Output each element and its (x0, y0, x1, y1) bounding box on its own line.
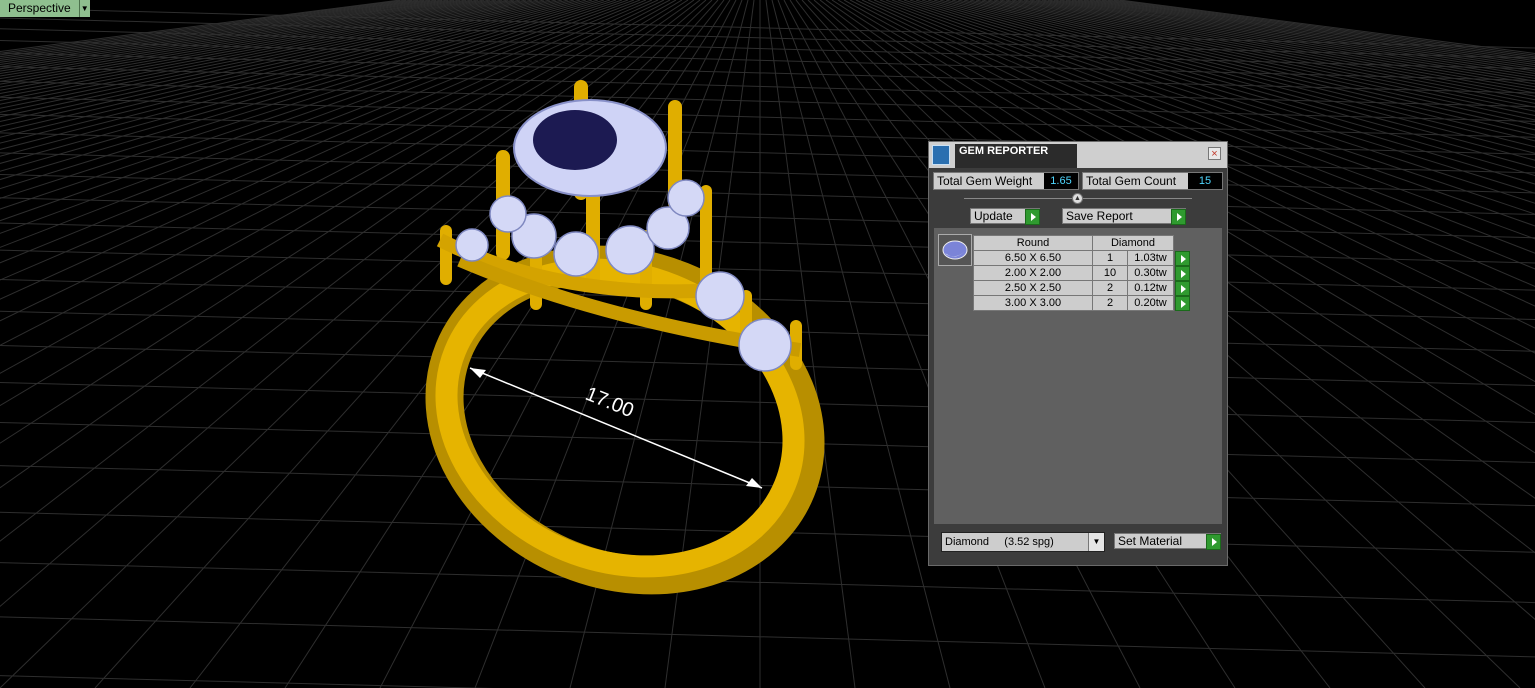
row-count: 10 (1092, 265, 1128, 281)
viewport-dropdown-icon[interactable]: ▼ (79, 0, 90, 17)
table-row[interactable]: 6.50 X 6.50 1 1.03tw (973, 250, 1191, 266)
grid-line (0, 0, 569, 138)
save-report-button[interactable]: Save Report (1062, 208, 1186, 225)
grid-line (0, 0, 575, 144)
collapse-icon[interactable]: ▲ (1072, 193, 1083, 204)
gem-table: Round Diamond 6.50 X 6.50 1 1.03tw 2.00 … (973, 235, 1191, 311)
grid-line (0, 675, 494, 688)
row-weight: 0.12tw (1127, 280, 1174, 296)
set-material-button-label: Set Material (1118, 534, 1183, 548)
update-button[interactable]: Update (970, 208, 1040, 225)
row-play-icon[interactable] (1175, 265, 1190, 281)
total-gem-count-value: 15 (1188, 173, 1222, 189)
total-gem-count-field: Total Gem Count 15 (1082, 172, 1223, 190)
row-play-icon[interactable] (1175, 280, 1190, 296)
grid-line (0, 0, 581, 150)
grid-line (0, 0, 653, 281)
diamond-gem-icon[interactable] (938, 234, 972, 266)
panel-titlebar[interactable]: GEM REPORTER × (929, 142, 1227, 168)
grid-line (0, 152, 1535, 194)
gem-reporter-panel: GEM REPORTER × Total Gem Weight 1.65 Tot… (928, 141, 1228, 566)
grid-line (0, 197, 1535, 239)
material-select[interactable]: Diamond (3.52 spg) ▼ (941, 532, 1105, 552)
grid-line (0, 0, 617, 199)
gem-table-header: Round Diamond (973, 235, 1191, 251)
row-count: 1 (1092, 250, 1128, 266)
gem-list-area: Round Diamond 6.50 X 6.50 1 1.03tw 2.00 … (934, 228, 1222, 524)
viewport-name[interactable]: Perspective (0, 0, 80, 17)
grid-line (0, 0, 635, 234)
row-size: 6.50 X 6.50 (973, 250, 1093, 266)
grid-line (0, 132, 1535, 174)
ring-model[interactable]: 17.00 (397, 80, 852, 628)
update-play-icon[interactable] (1025, 209, 1040, 225)
grid-line (0, 382, 1535, 424)
shape-header: Round (973, 235, 1093, 251)
table-row[interactable]: 2.00 X 2.00 10 0.30tw (973, 265, 1191, 281)
material-select-value: Diamond (3.52 spg) (945, 536, 1054, 548)
material-header: Diamond (1092, 235, 1174, 251)
set-material-play-icon[interactable] (1206, 534, 1221, 550)
save-report-button-label: Save Report (1066, 209, 1133, 223)
total-gem-weight-label: Total Gem Weight (937, 174, 1033, 188)
total-gem-weight-value: 1.65 (1044, 173, 1078, 189)
grid-line (0, 0, 407, 54)
grid-line (0, 222, 1535, 264)
gem-reporter-app-icon (932, 145, 950, 165)
row-size: 2.50 X 2.50 (973, 280, 1093, 296)
grid-line (0, 562, 1535, 604)
row-weight: 0.20tw (1127, 295, 1174, 311)
row-size: 3.00 X 3.00 (973, 295, 1093, 311)
grid-line (0, 0, 503, 91)
row-count: 2 (1092, 295, 1128, 311)
row-weight: 1.03tw (1127, 250, 1174, 266)
grid-line (0, 421, 1535, 463)
panel-title: GEM REPORTER (955, 144, 1077, 168)
row-size: 2.00 X 2.00 (973, 265, 1093, 281)
viewport-grid: 17.00 (0, 0, 1535, 688)
table-row[interactable]: 3.00 X 3.00 2 0.20tw (973, 295, 1191, 311)
grid-line (0, 0, 587, 157)
chevron-down-icon[interactable]: ▼ (1088, 533, 1104, 551)
grid-line (0, 0, 605, 181)
close-icon[interactable]: × (1208, 147, 1221, 160)
total-gem-count-label: Total Gem Count (1086, 174, 1177, 188)
row-weight: 0.30tw (1127, 265, 1174, 281)
update-button-label: Update (974, 209, 1013, 223)
grid-line (0, 0, 647, 264)
viewport-label[interactable]: Perspective ▼ (0, 0, 90, 17)
set-material-button[interactable]: Set Material (1114, 533, 1221, 550)
perspective-viewport[interactable]: 17.00 Perspective ▼ (0, 0, 1535, 688)
total-gem-weight-field: Total Gem Weight 1.65 (933, 172, 1079, 190)
grid-line (0, 249, 1535, 291)
table-row[interactable]: 2.50 X 2.50 2 0.12tw (973, 280, 1191, 296)
row-count: 2 (1092, 280, 1128, 296)
save-report-play-icon[interactable] (1171, 209, 1186, 225)
row-play-icon[interactable] (1175, 250, 1190, 266)
ring-dimension-label: 17.00 (582, 383, 637, 422)
grid-line (0, 279, 1535, 321)
grid-line (0, 0, 641, 248)
row-play-icon[interactable] (1175, 295, 1190, 311)
